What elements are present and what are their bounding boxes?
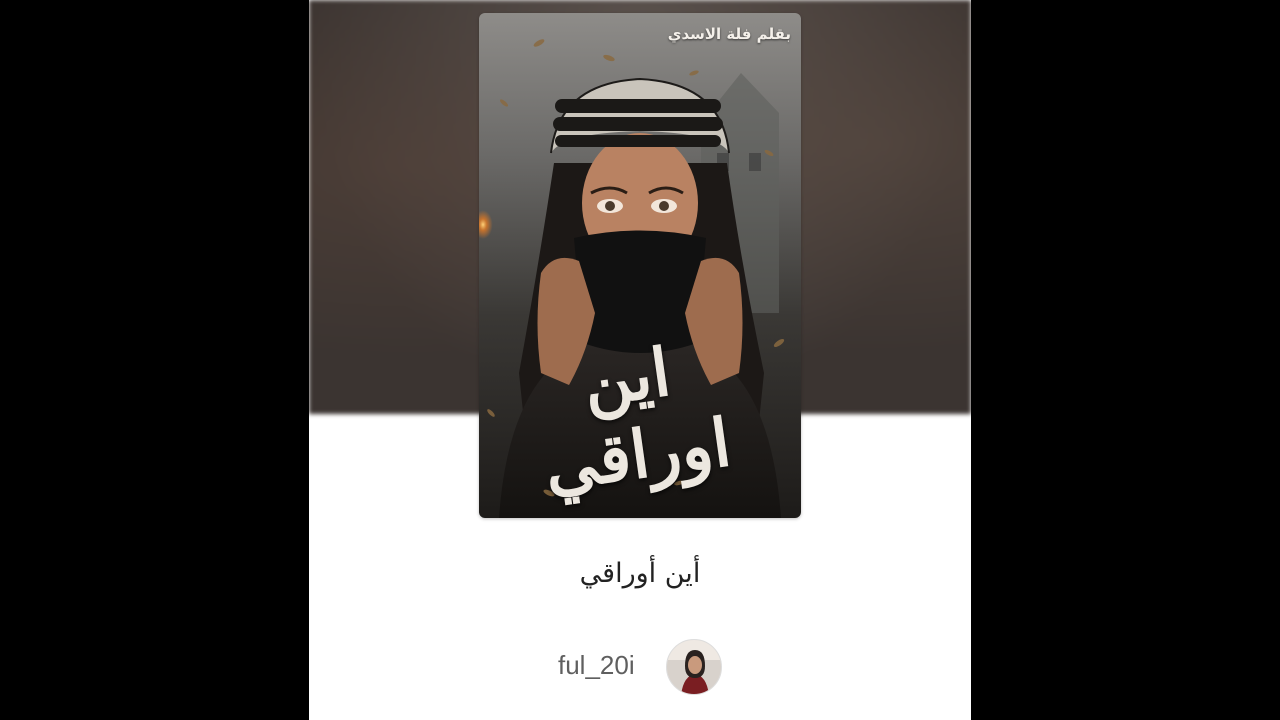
story-screen: بقلم فلة الاسدي اين اوراقي أين أوراقي fu…	[309, 0, 971, 720]
story-title: أين أوراقي	[579, 558, 701, 589]
cover-title-art: اين اوراقي	[539, 332, 736, 507]
story-cover[interactable]: بقلم فلة الاسدي اين اوراقي	[479, 13, 801, 518]
author-row[interactable]: ful_20i	[309, 638, 971, 696]
author-username[interactable]: ful_20i	[558, 650, 635, 681]
cover-author-line: بقلم فلة الاسدي	[667, 25, 791, 43]
user-avatar-icon[interactable]	[666, 639, 722, 695]
